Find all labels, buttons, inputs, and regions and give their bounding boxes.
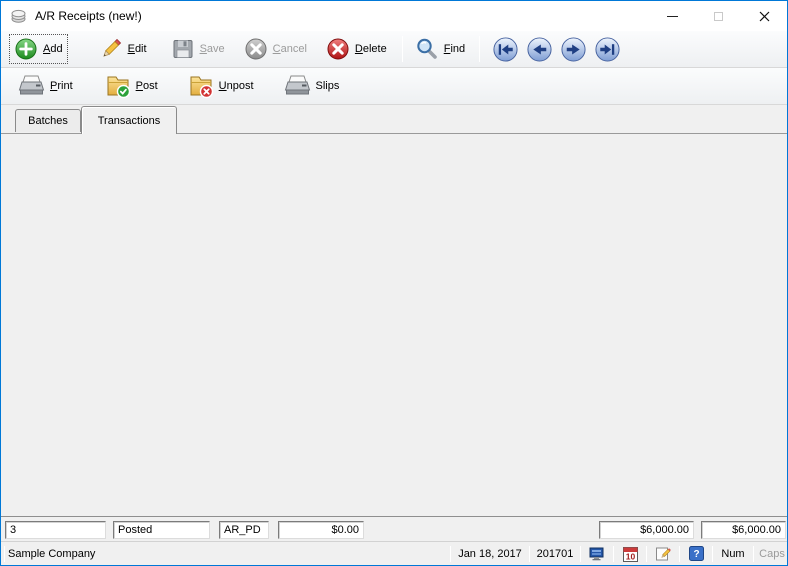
delete-button[interactable]: Delete	[321, 34, 392, 64]
statusbar-separator	[679, 546, 680, 562]
coins-app-icon	[10, 8, 27, 24]
pencil-icon	[99, 37, 123, 61]
printer-icon	[18, 74, 45, 99]
previous-record-icon	[526, 36, 553, 63]
total-field-1: $6,000.00	[599, 521, 694, 539]
transactions-panel	[1, 133, 787, 517]
floppy-disk-icon	[171, 37, 195, 61]
statusbar-separator	[4, 546, 5, 562]
next-record-icon	[560, 36, 587, 63]
cancel-button[interactable]: Cancel	[239, 34, 312, 64]
minimize-icon	[667, 16, 678, 17]
status-field: Posted	[113, 521, 210, 539]
caps-lock-indicator: Caps	[757, 548, 787, 560]
computer-icon	[589, 547, 605, 561]
unpost-folder-x-icon	[188, 73, 214, 99]
save-button[interactable]: Save	[166, 34, 230, 64]
record-number-field: 3	[5, 521, 106, 539]
statusbar-separator	[646, 546, 647, 562]
main-toolbar: Add Edit Save Cancel Delete	[1, 31, 787, 68]
tab-batches[interactable]: Batches	[15, 109, 81, 132]
tab-transactions[interactable]: Transactions	[81, 106, 177, 134]
last-record-button[interactable]	[594, 36, 621, 63]
svg-text:10: 10	[625, 551, 635, 561]
statusbar-separator	[613, 546, 614, 562]
slips-button[interactable]: Slips	[279, 71, 345, 102]
statusbar-help-button[interactable]: ?	[683, 546, 709, 561]
session-date: Jan 18, 2017	[454, 548, 526, 560]
statusbar-separator	[580, 546, 581, 562]
post-button[interactable]: Post	[100, 70, 163, 102]
first-record-button[interactable]	[492, 36, 519, 63]
calendar-icon: 10	[623, 546, 638, 562]
tab-strip: Batches Transactions	[1, 105, 787, 133]
close-icon	[759, 11, 770, 22]
window-controls	[649, 1, 787, 31]
maximize-button[interactable]	[695, 1, 741, 31]
amount-field: $0.00	[278, 521, 364, 539]
statusbar-computer-button[interactable]	[584, 547, 610, 561]
print-button[interactable]: Print	[13, 71, 78, 102]
toolbar-separator	[479, 36, 480, 62]
total-field-2: $6,000.00	[701, 521, 786, 539]
find-button[interactable]: Find	[410, 34, 470, 64]
statusbar-separator	[450, 546, 451, 562]
add-icon	[14, 37, 38, 61]
last-record-icon	[594, 36, 621, 63]
statusbar-calendar-button[interactable]: 10	[617, 546, 643, 562]
next-record-button[interactable]	[560, 36, 587, 63]
toolbar-separator	[402, 36, 403, 62]
first-record-icon	[492, 36, 519, 63]
minimize-button[interactable]	[649, 1, 695, 31]
help-icon: ?	[689, 546, 704, 561]
num-lock-indicator: Num	[716, 548, 750, 560]
secondary-toolbar: Print Post Unpost Slips	[1, 68, 787, 105]
title-bar: A/R Receipts (new!)	[1, 1, 787, 31]
post-folder-check-icon	[105, 73, 131, 99]
svg-text:?: ?	[693, 549, 699, 560]
previous-record-button[interactable]	[526, 36, 553, 63]
window-title: A/R Receipts (new!)	[35, 9, 142, 23]
statusbar-separator	[529, 546, 530, 562]
app-window: A/R Receipts (new!) Add Edit Sa	[0, 0, 788, 566]
unpost-button[interactable]: Unpost	[183, 70, 259, 102]
batch-type-field: AR_PD	[219, 521, 269, 539]
note-pencil-icon	[655, 546, 671, 562]
statusbar-note-button[interactable]	[650, 546, 676, 562]
maximize-icon	[714, 12, 723, 21]
company-name: Sample Company	[8, 548, 95, 560]
add-button[interactable]: Add	[9, 34, 68, 64]
statusbar-separator	[753, 546, 754, 562]
close-button[interactable]	[741, 1, 787, 31]
printer-icon	[284, 74, 311, 99]
edit-button[interactable]: Edit	[94, 34, 152, 64]
red-x-circle-icon	[326, 37, 350, 61]
fiscal-period: 201701	[533, 548, 577, 560]
statusbar-separator	[712, 546, 713, 562]
status-bar: Sample Company Jan 18, 2017 201701 10 ? …	[1, 541, 787, 565]
magnifier-icon	[415, 37, 439, 61]
gray-x-circle-icon	[244, 37, 268, 61]
